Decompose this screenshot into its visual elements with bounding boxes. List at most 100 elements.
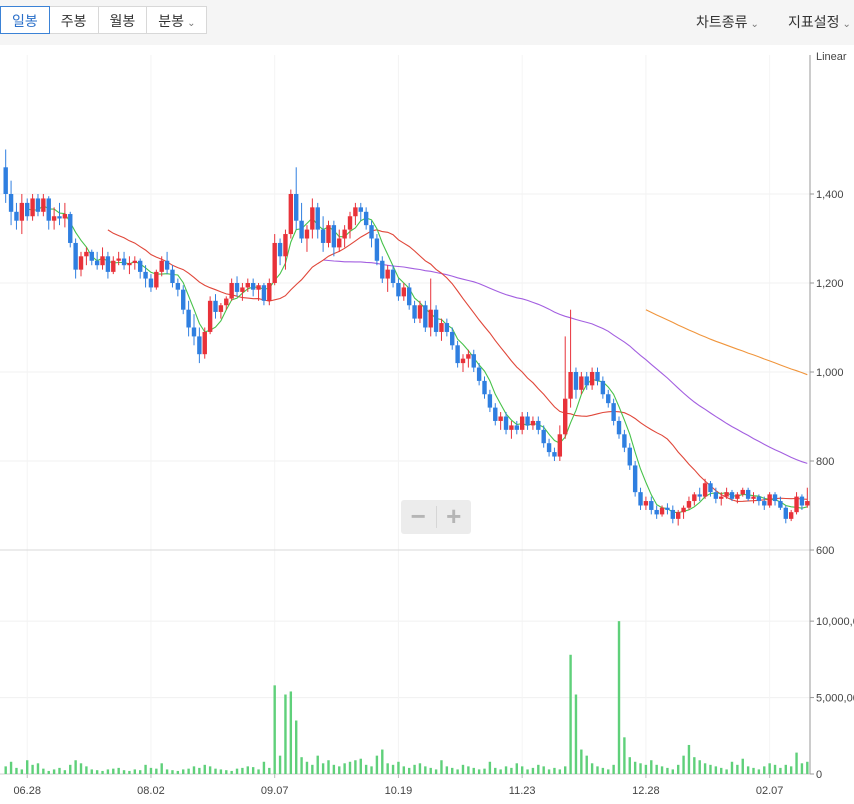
volume-bar	[391, 764, 395, 774]
price-tick-label: 800	[816, 456, 834, 468]
chart-toolbar: 일봉 주봉 월봉 분봉 ⌄ 차트종류 ⌄ 지표설정 ⌄	[0, 0, 854, 45]
candle-body	[557, 434, 563, 457]
stock-chart[interactable]: 1,400 1,200 1,000 800 600 Linear 10,000,00 5,00…	[0, 45, 854, 804]
candle-body	[143, 271, 148, 279]
candle-body	[234, 283, 240, 292]
tab-monthly[interactable]: 월봉	[97, 6, 148, 34]
volume-bar	[397, 761, 400, 774]
candle-body	[724, 492, 729, 497]
volume-bar	[499, 769, 502, 774]
volume-bar	[155, 768, 158, 774]
volume-bar	[338, 766, 341, 774]
volume-bar	[623, 737, 626, 774]
candle-body	[164, 260, 170, 270]
zoom-out-button[interactable]: −	[401, 500, 436, 534]
volume-bar	[768, 763, 771, 774]
volume-bar	[483, 768, 486, 774]
candle-body	[218, 305, 224, 312]
volume-bar	[434, 769, 438, 774]
period-tabs: 일봉 주봉 월봉 분봉 ⌄	[0, 6, 208, 34]
volume-bar	[52, 769, 56, 774]
candle-body	[89, 251, 94, 261]
chart-type-label: 차트종류	[696, 14, 748, 30]
volume-bar	[628, 757, 631, 774]
volume-bar	[703, 763, 707, 774]
candle-body	[121, 258, 127, 266]
candle-body	[159, 260, 164, 272]
candle-body	[3, 167, 8, 194]
volume-bar	[596, 766, 599, 774]
candle-body	[401, 287, 407, 297]
candle-body	[202, 331, 207, 355]
tab-daily[interactable]: 일봉	[0, 6, 50, 34]
volume-bar	[461, 764, 465, 774]
candle-body	[552, 452, 557, 457]
candle-body	[68, 214, 73, 243]
ma5-line	[27, 204, 808, 514]
candle-body	[256, 285, 261, 290]
candle-body	[154, 271, 159, 288]
volume-bar	[515, 763, 518, 774]
candle-body	[767, 494, 772, 506]
candle-body	[385, 269, 390, 279]
volume-bar	[687, 744, 691, 774]
volume-bar	[693, 757, 696, 774]
volume-bar	[311, 764, 314, 774]
volume-tick-label: 0	[816, 769, 822, 781]
candle-body	[772, 494, 778, 502]
volume-bar	[520, 766, 524, 774]
volume-bar	[580, 749, 583, 774]
date-tick-label: 12.28	[632, 785, 660, 797]
candle-body	[471, 354, 476, 368]
candle-body	[460, 358, 466, 364]
candle-body	[337, 238, 342, 248]
candle-body	[643, 501, 649, 506]
candle-body	[326, 225, 331, 243]
chevron-down-icon: ⌄	[750, 19, 759, 30]
tab-weekly[interactable]: 주봉	[48, 6, 99, 34]
volume-bar	[569, 654, 572, 774]
volume-bar	[133, 769, 137, 774]
chart-type-menu[interactable]: 차트종류 ⌄	[696, 12, 759, 32]
volume-bar	[424, 766, 427, 774]
candle-body	[600, 380, 606, 395]
candle-body	[536, 420, 541, 430]
candle-body	[8, 194, 14, 212]
candle-body	[105, 256, 111, 272]
volume-bar	[773, 764, 777, 774]
candle-body	[670, 509, 676, 519]
volume-bar	[730, 761, 734, 774]
candle-body	[358, 207, 363, 212]
candle-body	[729, 492, 735, 499]
volume-bar	[203, 764, 206, 774]
tab-minute[interactable]: 분봉 ⌄	[146, 6, 208, 34]
volume-bar	[20, 769, 24, 774]
date-tick-label: 09.07	[261, 785, 289, 797]
volume-bar	[95, 770, 99, 774]
candle-body	[616, 420, 622, 435]
candle-body	[493, 407, 498, 421]
indicator-menu[interactable]: 지표설정 ⌄	[788, 12, 851, 32]
chevron-down-icon: ⌄	[842, 19, 851, 30]
candle-body	[740, 489, 745, 495]
volume-bar	[182, 769, 185, 774]
volume-bar	[122, 770, 126, 774]
candle-body	[530, 420, 536, 426]
volume-bar	[413, 764, 416, 774]
volume-bar	[262, 761, 266, 774]
ma120-line	[645, 309, 808, 376]
volume-bar	[208, 766, 212, 774]
candle-body	[563, 398, 568, 435]
zoom-in-button[interactable]: +	[437, 500, 472, 534]
candle-body	[19, 202, 25, 221]
candle-body	[632, 465, 638, 493]
candle-body	[417, 305, 423, 319]
candle-body	[525, 416, 530, 426]
candle-body	[315, 207, 320, 230]
volume-bar	[295, 720, 298, 774]
candle-body	[347, 216, 353, 230]
volume-tick-label: 5,000,00	[816, 693, 854, 705]
volume-bar	[526, 769, 529, 774]
volume-bar	[445, 766, 449, 774]
volume-bar	[472, 767, 475, 774]
